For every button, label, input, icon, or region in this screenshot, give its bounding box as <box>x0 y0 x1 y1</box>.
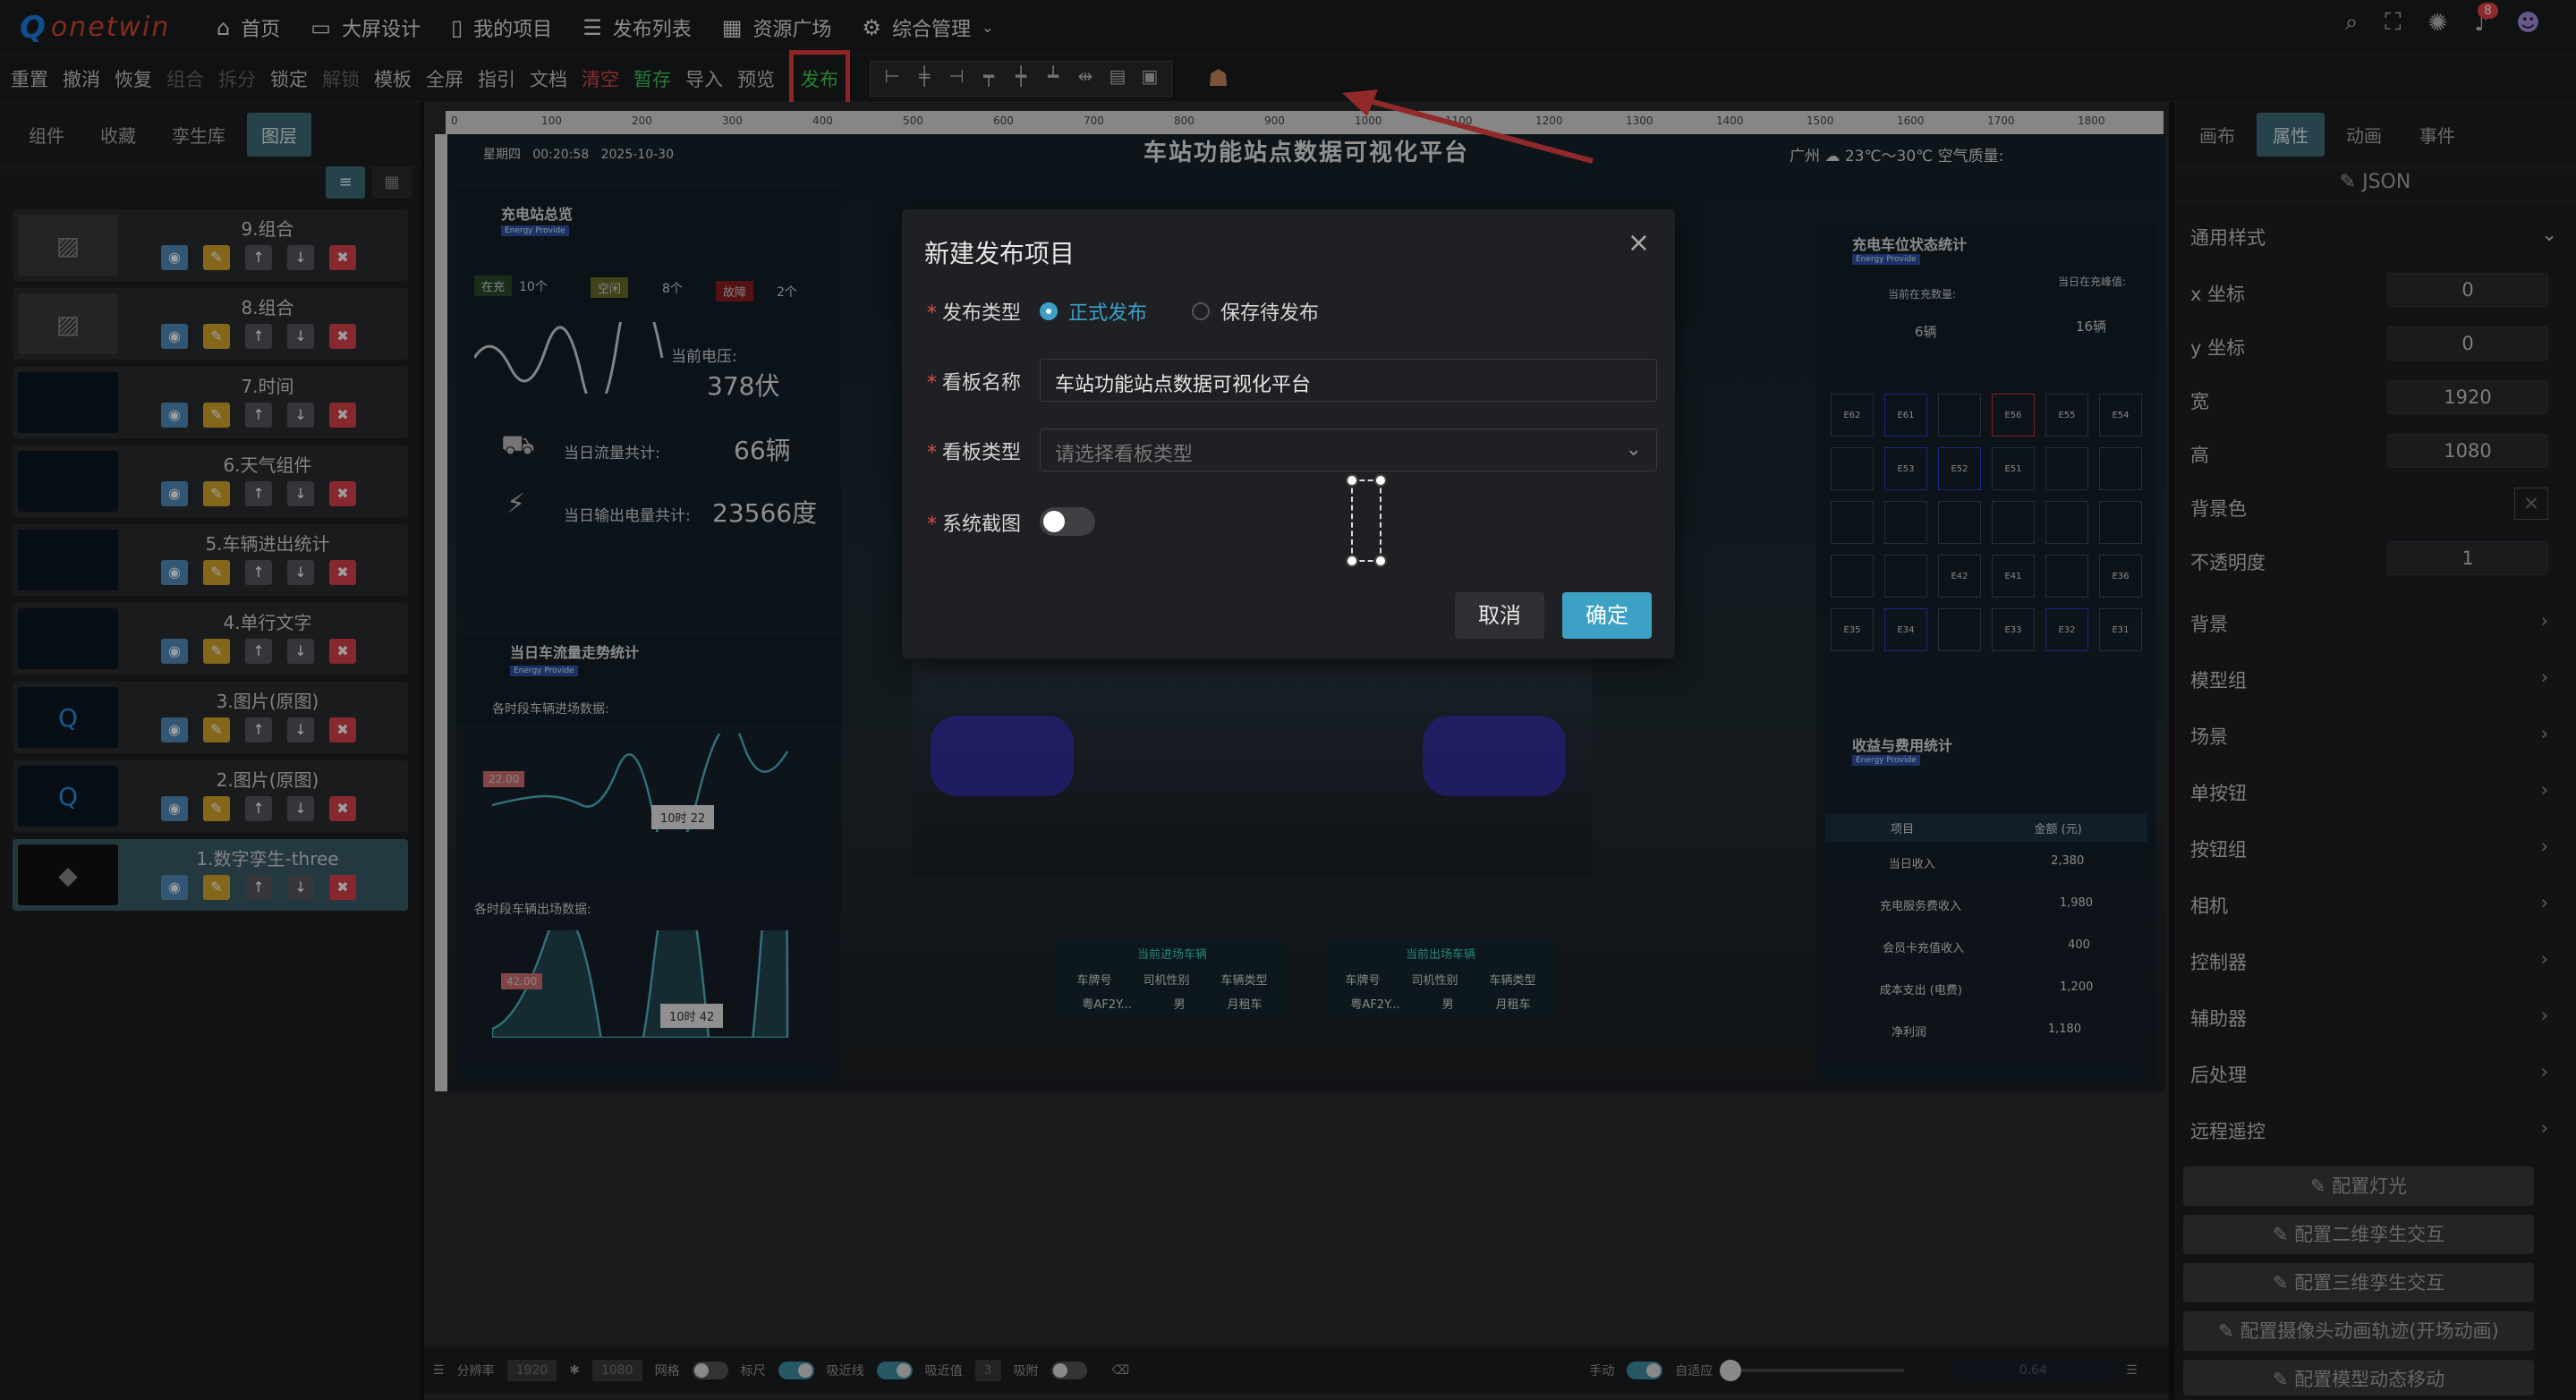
radio-save-pending[interactable]: 保存待发布 <box>1192 297 1319 326</box>
radio-formal-publish[interactable]: 正式发布 <box>1040 297 1147 326</box>
publish-type-text: 发布类型 <box>942 302 1022 325</box>
board-name-label: * 看板名称 <box>927 372 1022 395</box>
publish-type-label: * 发布类型 <box>927 302 1022 325</box>
board-type-text: 看板类型 <box>942 442 1022 464</box>
close-icon[interactable]: × <box>1628 227 1650 259</box>
board-name-input[interactable]: 车站功能站点数据可视化平台 <box>1040 359 1657 402</box>
chevron-down-icon: ⌄ <box>1625 438 1642 461</box>
dialog-title: 新建发布项目 <box>924 239 1075 268</box>
board-type-select[interactable]: 请选择看板类型 ⌄ <box>1040 428 1657 471</box>
radio-formal-label: 正式发布 <box>1068 302 1148 325</box>
radio-dot <box>1192 302 1210 320</box>
confirm-button[interactable]: 确定 <box>1562 592 1652 639</box>
radio-dot <box>1040 302 1058 320</box>
screenshot-toggle[interactable] <box>1040 507 1095 536</box>
selection-handles[interactable] <box>1346 474 1387 567</box>
radio-pending-label: 保存待发布 <box>1220 302 1320 325</box>
screenshot-label: * 系统截图 <box>927 513 1022 536</box>
board-type-placeholder: 请选择看板类型 <box>1055 444 1194 466</box>
publish-dialog: 新建发布项目 × * 发布类型 正式发布 保存待发布 * 看板名称 车站功能站点数据… <box>902 209 1675 658</box>
screenshot-text: 系统截图 <box>942 513 1022 536</box>
board-type-label: * 看板类型 <box>927 442 1022 464</box>
board-name-text: 看板名称 <box>942 372 1022 395</box>
cancel-button[interactable]: 取消 <box>1455 592 1544 639</box>
